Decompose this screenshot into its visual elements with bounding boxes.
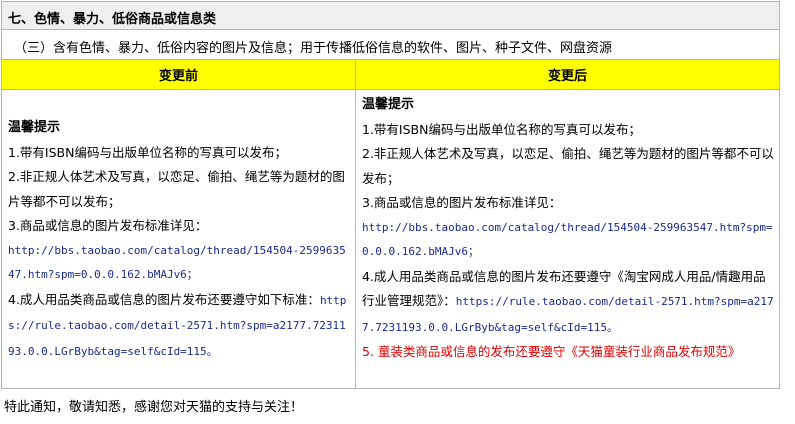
after-item-1: 1.带有ISBN编码与出版单位名称的写真可以发布；: [362, 121, 641, 137]
before-cell: 温馨提示 1.带有ISBN编码与出版单位名称的写真可以发布； 2.非正规人体艺术…: [2, 90, 356, 388]
column-header-row: 变更前 变更后: [2, 60, 779, 90]
after-item-3: 3.商品或信息的图片发布标准详见：: [362, 195, 562, 210]
after-item-4: 4.成人用品类商品或信息的图片发布还要遵守《淘宝网成人用品/情趣用品行业管理规范…: [362, 265, 775, 341]
subtitle-row: （三）含有色情、暴力、低俗内容的图片及信息；用于传播低俗信息的软件、图片、种子文…: [2, 30, 779, 60]
before-item-3: 3.商品或信息的图片发布标准详见：: [8, 218, 208, 233]
footer-notice: 特此通知，敬请知悉，感谢您对天猫的支持与关注！: [4, 400, 304, 415]
after-item-3-link[interactable]: http://bbs.taobao.com/catalog/thread/154…: [362, 216, 775, 265]
after-item-5: 5. 童装类商品或信息的发布还要遵守《天猫童装行业商品发布规范》: [362, 344, 741, 359]
column-header-before: 变更前: [2, 60, 356, 89]
column-header-after: 变更后: [547, 69, 587, 84]
rule-change-table: 七、色情、暴力、低俗商品或信息类 （三）含有色情、暴力、低俗内容的图片及信息；用…: [1, 1, 780, 389]
before-item-4: 4.成人用品类商品或信息的图片发布还要遵守如下标准：https://rule.t…: [8, 288, 351, 365]
before-item-2: 2.非正规人体艺术及写真，以恋足、偷拍、绳艺等为题材的图片等都不可以发布；: [8, 169, 345, 209]
section-title-row: 七、色情、暴力、低俗商品或信息类: [2, 2, 779, 30]
before-content: 温馨提示 1.带有ISBN编码与出版单位名称的写真可以发布； 2.非正规人体艺术…: [8, 116, 351, 364]
after-cell: 温馨提示 1.带有ISBN编码与出版单位名称的写真可以发布； 2.非正规人体艺术…: [356, 90, 779, 388]
before-heading: 温馨提示: [8, 120, 61, 135]
after-item-2: 2.非正规人体艺术及写真，以恋足、偷拍、绳艺等为题材的图片等都不可以发布；: [362, 146, 774, 186]
before-item-4-text: 4.成人用品类商品或信息的图片发布还要遵守如下标准：: [8, 291, 320, 307]
after-content: 温馨提示 1.带有ISBN编码与出版单位名称的写真可以发布； 2.非正规人体艺术…: [362, 93, 775, 365]
after-heading: 温馨提示: [362, 97, 415, 112]
before-item-3-link[interactable]: http://bbs.taobao.com/catalog/thread/154…: [8, 239, 351, 288]
subtitle: （三）含有色情、暴力、低俗内容的图片及信息；用于传播低俗信息的软件、图片、种子文…: [14, 41, 613, 56]
before-item-1: 1.带有ISBN编码与出版单位名称的写真可以发布；: [8, 144, 287, 160]
section-title: 七、色情、暴力、低俗商品或信息类: [8, 12, 217, 27]
